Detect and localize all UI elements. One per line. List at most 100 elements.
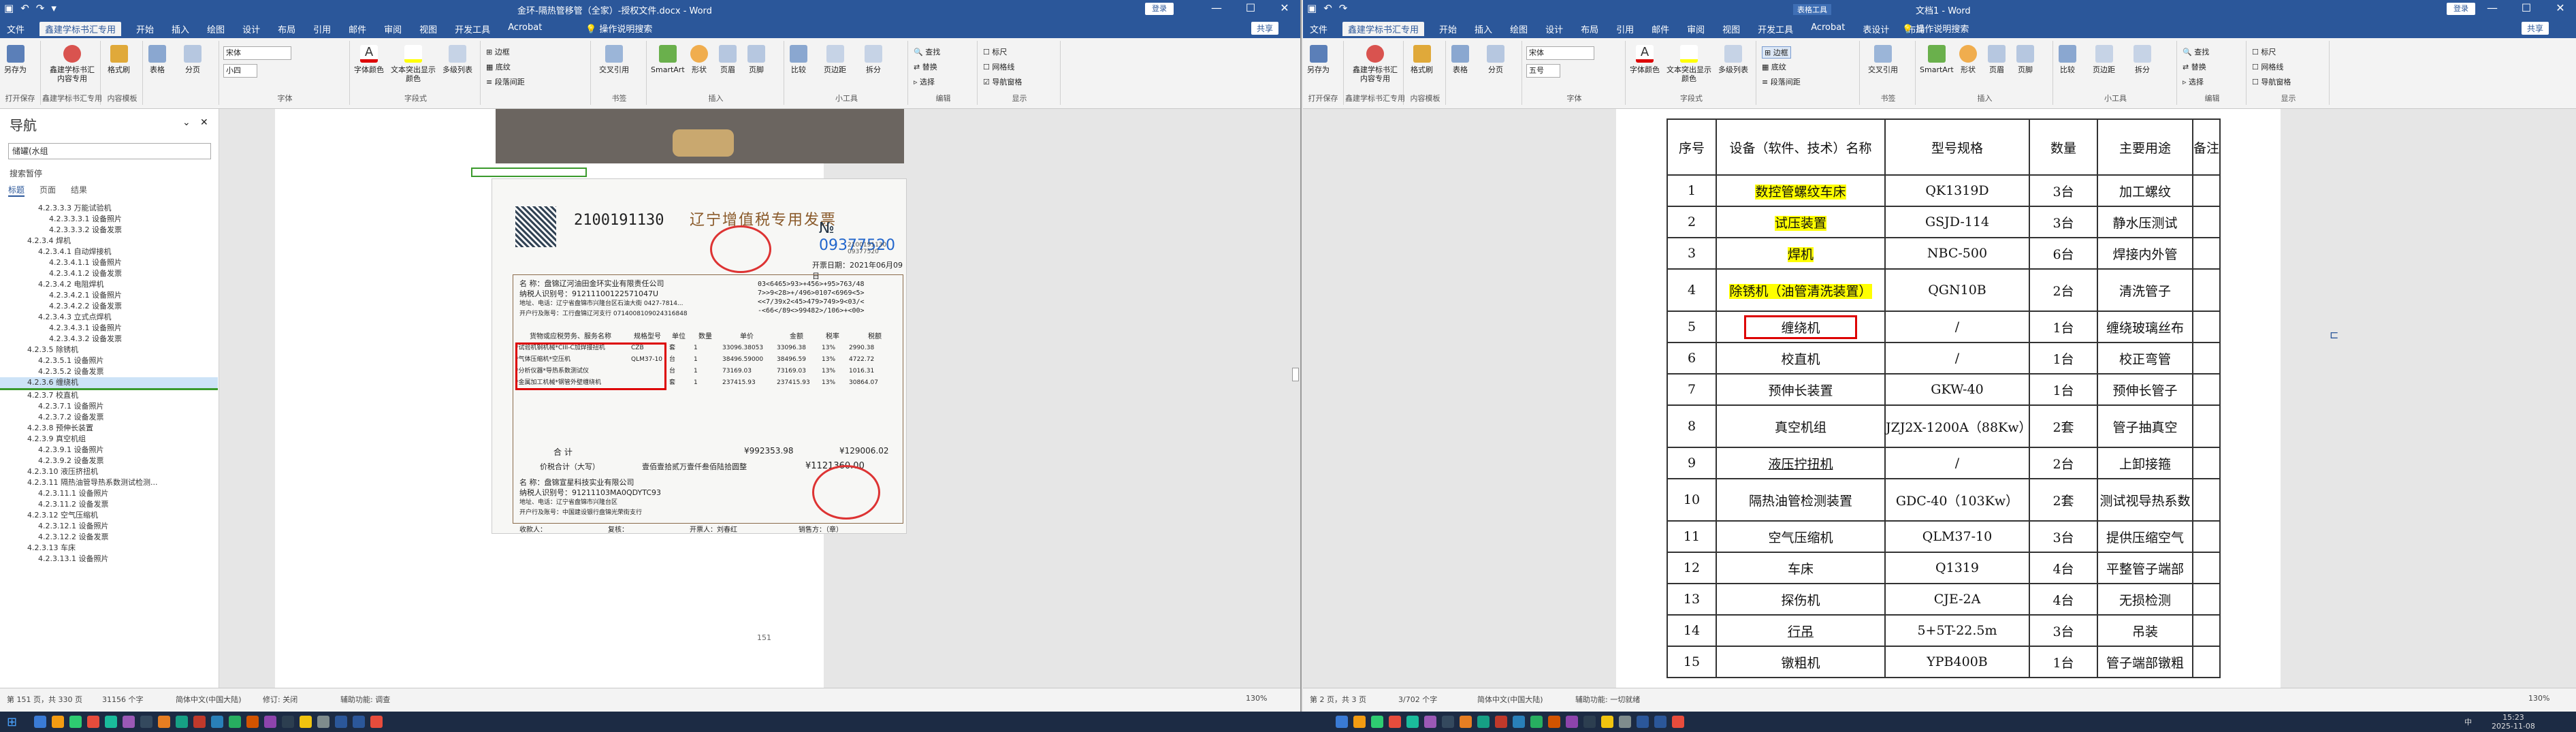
table-header-cell[interactable]: 型号规格 [1884, 118, 2030, 176]
taskbar-browser-icon[interactable] [1371, 716, 1383, 728]
undo-icon[interactable]: ↶ [1323, 2, 1332, 14]
nav-tab-0[interactable]: 标题 [8, 184, 25, 197]
table-cell[interactable]: 4 [1667, 268, 1717, 312]
right-tab-5[interactable]: 设计 [1543, 22, 1566, 36]
maximize-icon[interactable]: ☐ [1239, 1, 1262, 14]
cross-ref-button[interactable]: 交叉引用 [1868, 45, 1898, 74]
taskbar-powerpoint-icon[interactable] [246, 716, 259, 728]
taskbar-acrobat-icon[interactable] [264, 716, 276, 728]
taskbar-wechat-icon[interactable] [105, 716, 117, 728]
table-cell[interactable] [2192, 206, 2221, 238]
accessibility[interactable]: 辅助功能: 调查 [340, 694, 390, 705]
shape-button[interactable]: 形状 [690, 45, 708, 74]
taskbar-word-icon[interactable] [335, 716, 347, 728]
left-tab-8[interactable]: 邮件 [346, 22, 369, 36]
table-cell[interactable]: 3 [1667, 237, 1717, 270]
margin-button[interactable]: 页边距 [2093, 45, 2115, 74]
format-brush-button[interactable]: 格式刷 [108, 45, 130, 74]
minimize-icon[interactable]: — [1205, 1, 1228, 14]
minimize-icon[interactable]: — [2481, 1, 2504, 14]
taskbar-music-icon[interactable] [1495, 716, 1507, 728]
table-cell[interactable]: 4台 [2029, 552, 2098, 584]
table-cell[interactable]: 管子抽真空 [2097, 404, 2193, 448]
table-cell[interactable]: GDC-40（103Kw） [1884, 478, 2030, 522]
nav-heading-item[interactable]: 4.2.3.12 空气压缩机 [0, 510, 218, 521]
left-tab-1[interactable]: 鑫建学标书汇专用 [39, 22, 122, 36]
table-cell[interactable]: 3台 [2029, 614, 2098, 647]
table-cell[interactable]: 除锈机（油管清洗装置） [1716, 268, 1886, 312]
taskbar-explorer-icon[interactable] [317, 716, 329, 728]
para-spacing-button[interactable]: ≡ 段落间距 [486, 76, 525, 87]
left-tab-2[interactable]: 开始 [133, 22, 157, 36]
autosave-icon[interactable]: ▣ [4, 2, 14, 14]
taskbar-settings-icon[interactable] [1583, 716, 1596, 728]
table-cell[interactable]: 液压拧扭机 [1716, 447, 1886, 479]
font-name-select[interactable]: 宋体 [1526, 46, 1594, 60]
table-cell[interactable]: 6台 [2029, 237, 2098, 270]
word-count[interactable]: 31156 个字 [102, 694, 144, 705]
split-button[interactable]: 拆分 [2134, 45, 2151, 74]
table-cell[interactable]: 5+5T-22.5m [1884, 614, 2030, 647]
right-tab-10[interactable]: 视图 [1720, 22, 1743, 36]
find-button[interactable]: 🔍 查找 [2183, 46, 2209, 57]
table-cell[interactable]: 6 [1667, 342, 1717, 375]
right-tab-0[interactable]: 文件 [1307, 22, 1330, 36]
left-tab-3[interactable]: 插入 [169, 22, 192, 36]
left-tab-9[interactable]: 审阅 [381, 22, 404, 36]
nav-heading-item[interactable]: 4.2.3.3.3.1 设备照片 [0, 214, 218, 225]
nav-heading-item[interactable]: 4.2.3.4.3 立式点焊机 [0, 312, 218, 323]
table-cell[interactable]: 隔热油管检测装置 [1716, 478, 1886, 522]
table-cell[interactable]: 平整管子端部 [2097, 552, 2193, 584]
table-cell[interactable]: 无损检测 [2097, 583, 2193, 616]
taskbar-search-icon[interactable] [34, 716, 46, 728]
redo-icon[interactable]: ↷ [1339, 2, 1348, 14]
table-cell[interactable]: 11 [1667, 520, 1717, 553]
table-cell[interactable]: 预伸长装置 [1716, 373, 1886, 406]
zoom-level[interactable]: 130% [2528, 694, 2549, 703]
table-cell[interactable] [2192, 342, 2221, 375]
table-header-cell[interactable]: 主要用途 [2097, 118, 2193, 176]
shape-button[interactable]: 形状 [1959, 45, 1977, 74]
right-tab-7[interactable]: 引用 [1613, 22, 1637, 36]
table-cell[interactable]: 1台 [2029, 373, 2098, 406]
table-cell[interactable] [2192, 237, 2221, 270]
nav-tab-2[interactable]: 结果 [71, 184, 87, 197]
smartart-button[interactable]: SmartArt [651, 45, 685, 74]
table-cell[interactable]: 校直机 [1716, 342, 1886, 375]
table-cell[interactable]: / [1884, 447, 2030, 479]
left-tab-10[interactable]: 视图 [417, 22, 440, 36]
table-cell[interactable]: NBC-500 [1884, 237, 2030, 270]
track-changes[interactable]: 修订: 关闭 [263, 694, 297, 705]
word-count[interactable]: 3/702 个字 [1398, 694, 1437, 705]
taskbar-folder-icon[interactable] [1424, 716, 1436, 728]
compare-button[interactable]: 比较 [2059, 45, 2076, 74]
ruler-checkbox[interactable]: ☐ 标尺 [2252, 46, 2276, 57]
nav-heading-item[interactable]: 4.2.3.4.2.1 设备照片 [0, 290, 218, 301]
shading-button[interactable]: ▦ 底纹 [1762, 61, 1786, 72]
table-cell[interactable]: / [1884, 311, 2030, 343]
select-button[interactable]: ▹ 选择 [2183, 76, 2204, 87]
nav-heading-item[interactable]: 4.2.3.4.1 自动焊接机 [0, 246, 218, 257]
nav-heading-item[interactable]: 4.2.3.9.2 设备发票 [0, 456, 218, 466]
nav-close-icon[interactable]: ✕ [200, 117, 208, 128]
page-count[interactable]: 第 2 页，共 3 页 [1310, 694, 1366, 705]
page-count[interactable]: 第 151 页，共 330 页 [7, 694, 82, 705]
taskbar-mail-icon[interactable] [211, 716, 223, 728]
table-cell[interactable]: 数控管螺纹车床 [1716, 174, 1886, 207]
table-cell[interactable]: 清洗管子 [2097, 268, 2193, 312]
share-button-right[interactable]: 共享 [2522, 22, 2549, 35]
left-tab-12[interactable]: Acrobat [505, 22, 545, 36]
taskbar-photos-icon[interactable] [1460, 716, 1472, 728]
save-as-button[interactable]: 另存为 [4, 45, 27, 74]
nav-heading-item[interactable]: 4.2.3.3.3 万能试验机 [0, 203, 218, 214]
select-button[interactable]: ▹ 选择 [914, 76, 935, 87]
compare-button[interactable]: 比较 [790, 45, 807, 74]
nav-heading-item[interactable]: 4.2.3.10 液压挤扭机 [0, 466, 218, 477]
table-cell[interactable]: 缠绕机 [1716, 311, 1886, 343]
right-tab-3[interactable]: 插入 [1472, 22, 1495, 36]
taskbar-store-icon[interactable] [140, 716, 152, 728]
table-cell[interactable] [2192, 646, 2221, 678]
taskbar-edge-icon[interactable] [1389, 716, 1401, 728]
right-tab-12[interactable]: Acrobat [1808, 22, 1848, 36]
table-header-cell[interactable]: 备注 [2192, 118, 2221, 176]
